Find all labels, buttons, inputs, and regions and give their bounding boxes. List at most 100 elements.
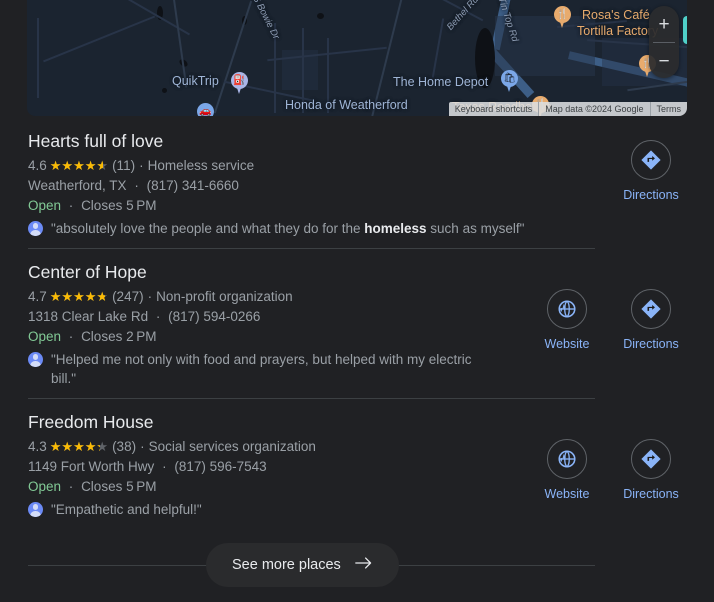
directions-button[interactable]: Directions	[623, 140, 679, 203]
map-pin-honda[interactable]: 🚗	[197, 103, 214, 116]
separator-dot: ·	[147, 289, 153, 304]
map-poi-label-tortilla-factory: Tortilla Factory	[577, 24, 659, 38]
map-blob	[162, 88, 167, 93]
closing-time: Closes 2 PM	[81, 329, 157, 344]
directions-label: Directions	[623, 487, 679, 501]
map-zoom-controls[interactable]: + −	[649, 6, 679, 78]
see-more-section: See more places	[0, 543, 714, 587]
closing-time: Closes 5 PM	[81, 479, 157, 494]
map-pin-quiktrip[interactable]: ⛽	[231, 72, 248, 95]
map-road	[43, 15, 155, 62]
directions-label: Directions	[623, 188, 679, 202]
see-more-places-button[interactable]: See more places	[206, 543, 399, 587]
website-label: Website	[544, 487, 590, 501]
map-panel[interactable]: S Bowie Dr Bethel Rd Tin Top Rd QuikTrip…	[27, 0, 687, 116]
car-icon: 🚗	[199, 105, 212, 116]
globe-icon	[547, 439, 587, 479]
place-actions: Directions	[623, 140, 679, 203]
map-highlight-shape	[683, 16, 687, 44]
map-pin-rosas-cafe[interactable]: 🍴	[554, 6, 571, 29]
review-text: "absolutely love the people and what the…	[51, 219, 524, 238]
map-street-label: S Bowie Dr	[250, 0, 282, 42]
map-road	[37, 18, 39, 98]
place-actions: Website Directions	[539, 439, 679, 502]
map-attribution: Keyboard shortcuts Map data ©2024 Google…	[448, 102, 688, 116]
map-road	[213, 0, 253, 114]
map-poi-label-home-depot: The Home Depot	[393, 75, 489, 89]
restaurant-icon: 🍴	[556, 8, 569, 20]
directions-button[interactable]: Directions	[623, 289, 679, 352]
place-title[interactable]: Freedom House	[28, 411, 714, 434]
zoom-out-button[interactable]: −	[649, 43, 679, 79]
map-data-text: Map data ©2024 Google	[538, 102, 649, 116]
review-count: (247)	[112, 289, 144, 304]
directions-label: Directions	[623, 337, 679, 351]
place-review-snippet: "Empathetic and helpful!"	[28, 500, 498, 519]
star-rating: ★★★★★ ★★★★★	[49, 289, 109, 304]
separator-dot: ·	[140, 439, 145, 454]
separator-dot: ·	[68, 479, 74, 494]
review-text: "Helped me not only with food and prayer…	[51, 350, 498, 388]
bag-icon: 🛍	[503, 72, 516, 84]
places-results-list: Hearts full of love 4.6 ★★★★★ ★★★★★ (11)…	[0, 118, 714, 587]
reviewer-avatar-icon	[28, 502, 43, 517]
map-poi-label-rosas-cafe: Rosa's Café	[582, 8, 650, 22]
star-rating: ★★★★★ ★★★★★	[49, 158, 109, 173]
directions-icon	[631, 439, 671, 479]
separator-dot: ·	[162, 459, 167, 474]
place-address: Weatherford, TX	[28, 178, 127, 193]
map-road	[431, 18, 444, 78]
place-address-row: Weatherford, TX · (817) 341-6660	[28, 176, 714, 196]
star-rating: ★★★★★ ★★★★★	[49, 439, 109, 454]
separator-dot: ·	[139, 158, 144, 173]
place-review-snippet: "Helped me not only with food and prayer…	[28, 350, 498, 388]
place-address: 1318 Clear Lake Rd	[28, 309, 149, 324]
globe-icon	[547, 289, 587, 329]
place-phone: (817) 341-6660	[146, 178, 239, 193]
separator-dot: ·	[68, 329, 74, 344]
directions-icon	[631, 289, 671, 329]
place-card-0[interactable]: Hearts full of love 4.6 ★★★★★ ★★★★★ (11)…	[0, 118, 714, 248]
place-actions: Website Directions	[539, 289, 679, 352]
separator-dot: ·	[68, 198, 74, 213]
review-part-pre: "Empathetic and helpful!"	[51, 502, 202, 517]
rating-value: 4.7	[28, 289, 47, 304]
place-rating-row: 4.6 ★★★★★ ★★★★★ (11) · Homeless service	[28, 156, 714, 176]
zoom-in-button[interactable]: +	[649, 6, 679, 42]
review-part-pre: "absolutely love the people and what the…	[51, 221, 365, 236]
directions-icon	[631, 140, 671, 180]
place-category: Social services organization	[148, 439, 316, 454]
review-count: (38)	[112, 439, 137, 454]
closing-time: Closes 5 PM	[81, 198, 157, 213]
see-more-label: See more places	[232, 557, 341, 573]
website-button[interactable]: Website	[539, 289, 595, 352]
place-title[interactable]: Hearts full of love	[28, 130, 714, 153]
place-card-2[interactable]: Freedom House 4.3 ★★★★★ ★★★★★ (38) · Soc…	[0, 399, 714, 529]
arrow-right-icon	[354, 556, 373, 574]
map-canvas[interactable]: S Bowie Dr Bethel Rd Tin Top Rd QuikTrip…	[27, 0, 687, 116]
review-text: "Empathetic and helpful!"	[51, 500, 202, 519]
reviewer-avatar-icon	[28, 221, 43, 236]
rating-value: 4.6	[28, 158, 47, 173]
open-status: Open	[28, 479, 62, 494]
map-blob	[317, 13, 324, 19]
gas-pump-icon: ⛽	[233, 74, 246, 86]
website-button[interactable]: Website	[539, 439, 595, 502]
place-title[interactable]: Center of Hope	[28, 261, 714, 284]
directions-button[interactable]: Directions	[623, 439, 679, 502]
rating-value: 4.3	[28, 439, 47, 454]
terms-link[interactable]: Terms	[649, 102, 688, 116]
keyboard-shortcuts-link[interactable]: Keyboard shortcuts	[449, 102, 539, 116]
reviewer-avatar-icon	[28, 352, 43, 367]
place-hours-row: Open · Closes 5 PM	[28, 196, 714, 216]
place-phone: (817) 596-7543	[174, 459, 267, 474]
place-card-1[interactable]: Center of Hope 4.7 ★★★★★ ★★★★★ (247) · N…	[0, 249, 714, 398]
map-poi-label-quiktrip: QuikTrip	[172, 74, 219, 88]
map-pin-home-depot[interactable]: 🛍	[501, 70, 518, 93]
place-category: Non-profit organization	[156, 289, 293, 304]
review-count: (11)	[112, 158, 136, 173]
review-part-pre: "Helped me not only with food and prayer…	[51, 352, 472, 386]
separator-dot: ·	[134, 178, 139, 193]
open-status: Open	[28, 198, 62, 213]
review-keyword: homeless	[364, 221, 427, 236]
